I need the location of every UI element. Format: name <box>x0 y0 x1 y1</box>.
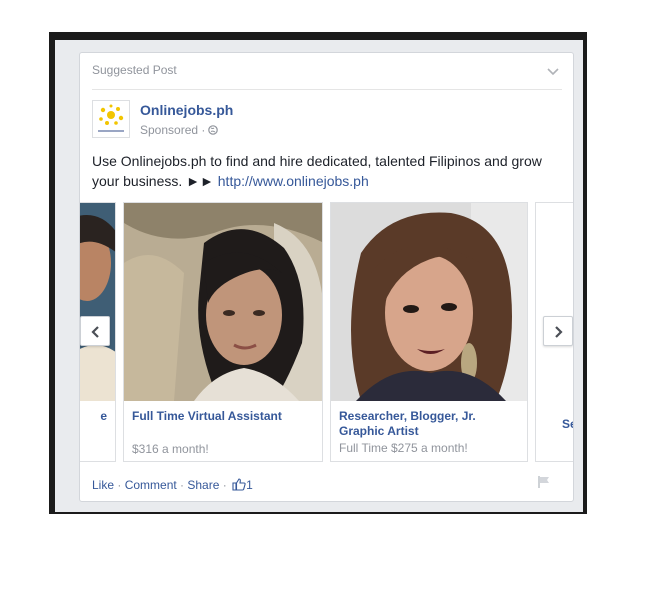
carousel-item-image <box>536 203 573 401</box>
flag-icon[interactable] <box>537 475 551 489</box>
separator-dot: · <box>114 478 125 492</box>
post-link[interactable]: http://www.onlinejobs.ph <box>218 173 369 189</box>
comment-link[interactable]: Comment <box>125 478 177 492</box>
carousel-item-title: Researcher, Blogger, Jr. Graphic Artist <box>339 409 476 438</box>
like-link[interactable]: Like <box>92 478 114 492</box>
sponsored-label: Sponsored <box>140 123 199 137</box>
suggested-post-card: Suggested Post Onlinejobs.ph Sponsored ·… <box>79 52 574 502</box>
carousel-item-subtitle: Full Time $275 a month! <box>339 441 468 455</box>
carousel: e Full Time Virtual Assistant $316 a mon… <box>80 201 573 465</box>
post-actions: Like · Comment · Share · 1 <box>92 478 253 492</box>
carousel-item-title: Full Time Virtual Assistant <box>132 409 282 423</box>
post-message: Use Onlinejobs.ph to find and hire dedic… <box>92 151 562 191</box>
prev-arrow-icon <box>91 326 99 338</box>
separator-dot: · <box>219 478 231 492</box>
post-header: Suggested Post <box>92 63 562 90</box>
suggested-post-label: Suggested Post <box>92 63 177 77</box>
carousel-item-image <box>124 203 322 401</box>
carousel-prev-button[interactable] <box>80 316 110 346</box>
carousel-item-image <box>331 203 527 401</box>
like-count[interactable]: 1 <box>246 478 253 492</box>
sponsored-line: Sponsored · <box>140 123 219 137</box>
carousel-item-subtitle: $316 a month! <box>132 442 209 456</box>
carousel-item-image <box>80 203 115 401</box>
globe-icon <box>208 125 219 135</box>
page-name-link[interactable]: Onlinejobs.ph <box>140 102 233 118</box>
share-link[interactable]: Share <box>187 478 219 492</box>
carousel-item-title: Se <box>562 417 573 431</box>
next-arrow-icon <box>555 326 563 338</box>
carousel-next-button[interactable] <box>543 316 573 346</box>
separator-dot: · <box>201 123 206 137</box>
carousel-item[interactable]: Full Time Virtual Assistant $316 a month… <box>123 202 323 462</box>
page-logo[interactable] <box>92 100 130 138</box>
thumbs-up-icon[interactable] <box>232 478 246 491</box>
chevron-down-icon[interactable] <box>546 67 560 77</box>
carousel-item-title: e <box>100 409 107 423</box>
separator-dot: · <box>176 478 188 492</box>
carousel-item[interactable]: Researcher, Blogger, Jr. Graphic Artist … <box>330 202 528 462</box>
